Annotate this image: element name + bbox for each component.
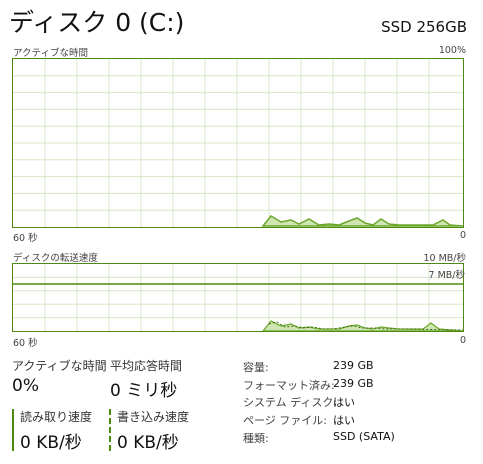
speed-graph-marker-label: 7 MB/秒 <box>428 270 465 281</box>
activity-graph-max-label: 100% <box>438 45 466 56</box>
formatted-value: 239 GB <box>333 377 374 390</box>
response-time-label: 平均応答時間 <box>110 359 183 373</box>
speed-graph <box>12 263 464 332</box>
active-time-label: アクティブな時間 <box>12 359 107 373</box>
type-label: 種類: <box>243 432 269 445</box>
page-file-label: ページ ファイル: <box>243 414 327 427</box>
activity-graph-canvas <box>13 59 463 227</box>
response-time-value: 0 ミリ秒 <box>110 381 178 401</box>
activity-graph-time-label: 60 秒 <box>13 233 38 244</box>
read-speed-label: 読み取り速度 <box>20 410 93 424</box>
read-speed-divider <box>12 409 14 451</box>
activity-graph-label: アクティブな時間 <box>13 48 88 59</box>
write-speed-divider <box>109 409 111 451</box>
speed-graph-max-label: 10 MB/秒 <box>423 253 466 264</box>
capacity-value: 239 GB <box>333 359 374 372</box>
speed-graph-time-label: 60 秒 <box>13 338 38 349</box>
disk-title: ディスク 0 (C:) <box>9 8 185 37</box>
active-time-value: 0% <box>12 376 39 396</box>
speed-graph-canvas <box>13 264 463 331</box>
write-speed-label: 書き込み速度 <box>117 410 190 424</box>
write-speed-value: 0 KB/秒 <box>117 433 179 453</box>
activity-graph-series <box>261 215 463 227</box>
system-disk-label: システム ディスク: <box>243 396 338 409</box>
disk-model: SSD 256GB <box>381 18 467 36</box>
system-disk-value: はい <box>333 396 355 409</box>
read-speed-value: 0 KB/秒 <box>20 433 82 453</box>
activity-graph <box>12 58 464 228</box>
speed-graph-label: ディスクの転送速度 <box>13 253 98 264</box>
speed-graph-min-label: 0 <box>459 335 466 346</box>
page-file-value: はい <box>333 414 355 427</box>
activity-graph-min-label: 0 <box>459 230 466 241</box>
formatted-label: フォーマット済み: <box>243 379 335 392</box>
capacity-label: 容量: <box>243 361 269 374</box>
type-value: SSD (SATA) <box>333 430 395 443</box>
